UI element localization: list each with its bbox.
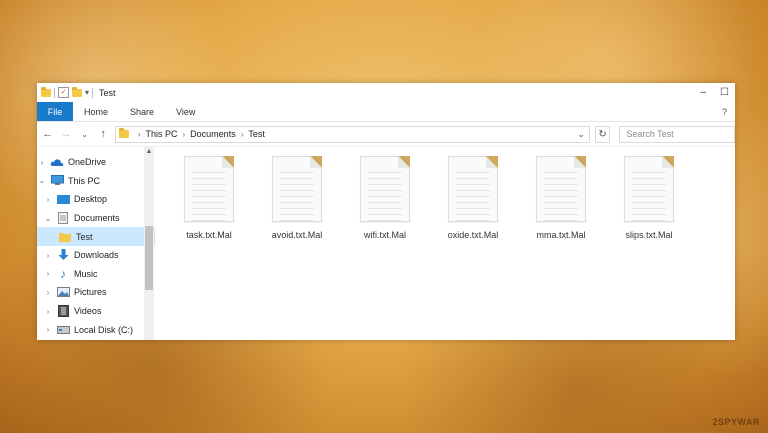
navigation-bar: ← → ⌄ ↑ › This PC › Documents › Test ⌄ ↻… [37, 122, 735, 147]
videos-icon [56, 305, 70, 318]
toolbar-divider [92, 87, 94, 98]
refresh-icon: ↻ [598, 128, 607, 140]
collapse-chevron-icon[interactable]: ⌄ [43, 214, 53, 223]
navigation-scrollbar[interactable]: ▲ [144, 146, 154, 340]
scroll-up-arrow-icon[interactable]: ▲ [144, 148, 154, 155]
refresh-button[interactable]: ↻ [594, 125, 611, 143]
file-item[interactable]: oxide.txt.Mal [433, 156, 513, 240]
sidebar-item-documents[interactable]: ⌄ Documents [37, 209, 155, 228]
file-item[interactable]: avoid.txt.Mal [257, 156, 337, 240]
tab-share[interactable]: Share [119, 102, 165, 121]
forward-arrow-icon[interactable]: → [59, 128, 72, 140]
tab-file[interactable]: File [37, 102, 73, 121]
sidebar-item-this-pc[interactable]: ⌄ This PC [37, 172, 155, 191]
sidebar-item-local-disk[interactable]: › Local Disk (C:) [37, 320, 155, 339]
sidebar-item-label: OneDrive [68, 157, 107, 168]
onedrive-icon [50, 157, 64, 168]
help-button[interactable]: ? [722, 107, 727, 117]
sidebar-item-label: Pictures [74, 287, 107, 298]
sidebar-item-label: Videos [74, 306, 102, 317]
pictures-icon [56, 287, 70, 298]
file-name: wifi.txt.Mal [363, 230, 406, 240]
window-title: Test [99, 87, 116, 98]
text-file-icon [360, 156, 410, 222]
file-item[interactable]: wifi.txt.Mal [345, 156, 425, 240]
text-file-icon [272, 156, 322, 222]
collapse-chevron-icon[interactable]: ⌄ [37, 176, 47, 185]
folder-icon[interactable] [41, 86, 51, 97]
toolbar-divider [54, 87, 55, 98]
text-file-icon [536, 156, 586, 222]
sidebar-item-test[interactable]: Test [37, 227, 155, 246]
minimize-button[interactable]: – [700, 87, 706, 98]
computer-icon [50, 175, 64, 186]
sidebar-item-label: Local Disk (C:) [74, 324, 134, 335]
ribbon-tabs: File Home Share View ? [37, 102, 735, 122]
expand-chevron-icon[interactable]: › [43, 251, 53, 260]
sidebar-item-label: This PC [68, 175, 101, 186]
title-bar: ✓ ▾ Test – ☐ [37, 83, 735, 102]
scroll-thumb[interactable] [145, 226, 153, 290]
text-file-icon [184, 156, 234, 222]
breadcrumb-this-pc[interactable]: This PC [145, 129, 177, 139]
recent-locations-chevron-icon[interactable]: ⌄ [78, 130, 91, 139]
sidebar-item-label: Test [76, 231, 93, 242]
new-folder-icon[interactable] [72, 86, 82, 97]
file-name: slips.txt.Mal [625, 230, 673, 240]
explorer-body: › OneDrive ⌄ This PC › Desktop ⌄ Documen… [37, 146, 735, 340]
tab-view[interactable]: View [165, 102, 206, 121]
file-explorer-window: ✓ ▾ Test – ☐ File Home Share View ? ← → … [37, 83, 735, 340]
sidebar-item-label: Downloads [74, 250, 119, 261]
sidebar-item-desktop[interactable]: › Desktop [37, 190, 155, 209]
tab-home[interactable]: Home [73, 102, 119, 121]
file-item[interactable]: task.txt.Mal [169, 156, 249, 240]
up-arrow-icon[interactable]: ↑ [96, 128, 109, 140]
back-arrow-icon[interactable]: ← [41, 128, 54, 140]
sidebar-item-music[interactable]: › ♪ Music [37, 265, 155, 284]
sidebar-item-label: Documents [74, 213, 120, 224]
sidebar-item-label: Music [74, 268, 98, 279]
sidebar-item-downloads[interactable]: › Downloads [37, 246, 155, 265]
watermark-logo: 2SPYWAR [712, 417, 760, 427]
file-name: avoid.txt.Mal [271, 230, 323, 240]
quick-access-toolbar: ✓ ▾ [41, 86, 94, 98]
expand-chevron-icon[interactable]: › [43, 288, 53, 297]
file-item[interactable]: mma.txt.Mal [521, 156, 601, 240]
text-file-icon [624, 156, 674, 222]
music-icon: ♪ [60, 266, 66, 281]
text-file-icon [448, 156, 498, 222]
address-dropdown-chevron-icon[interactable]: ⌄ [577, 129, 585, 140]
search-input[interactable]: Search Test [619, 125, 735, 143]
breadcrumb-separator-icon: › [240, 129, 244, 139]
breadcrumb-test[interactable]: Test [248, 129, 265, 139]
expand-chevron-icon[interactable]: › [43, 195, 53, 204]
navigation-pane: › OneDrive ⌄ This PC › Desktop ⌄ Documen… [37, 146, 155, 340]
file-name: mma.txt.Mal [536, 230, 586, 240]
documents-icon [56, 212, 70, 225]
expand-chevron-icon[interactable]: › [43, 269, 53, 278]
downloads-icon [56, 249, 70, 261]
customize-arrow-icon[interactable]: ▾ [85, 88, 89, 97]
disk-icon [56, 324, 70, 335]
maximize-button[interactable]: ☐ [720, 87, 729, 98]
expand-chevron-icon[interactable]: › [37, 158, 47, 167]
folder-icon [118, 128, 129, 138]
file-item[interactable]: slips.txt.Mal [609, 156, 689, 240]
file-name: task.txt.Mal [186, 230, 232, 240]
sidebar-item-pictures[interactable]: › Pictures [37, 283, 155, 302]
sidebar-item-label: Desktop [74, 194, 108, 205]
sidebar-item-videos[interactable]: › Videos [37, 302, 155, 321]
address-bar[interactable]: › This PC › Documents › Test ⌄ [114, 125, 590, 143]
properties-icon[interactable]: ✓ [58, 87, 69, 98]
folder-icon [58, 231, 72, 242]
expand-chevron-icon[interactable]: › [43, 307, 53, 316]
breadcrumb-separator-icon: › [137, 129, 141, 139]
expand-chevron-icon[interactable]: › [43, 325, 53, 334]
file-name: oxide.txt.Mal [447, 230, 499, 240]
desktop-icon [56, 194, 70, 205]
sidebar-item-onedrive[interactable]: › OneDrive [37, 153, 155, 172]
file-list: task.txt.Mal avoid.txt.Mal wifi.txt.Mal … [155, 146, 735, 340]
breadcrumb-documents[interactable]: Documents [190, 129, 236, 139]
breadcrumb-separator-icon: › [182, 129, 186, 139]
